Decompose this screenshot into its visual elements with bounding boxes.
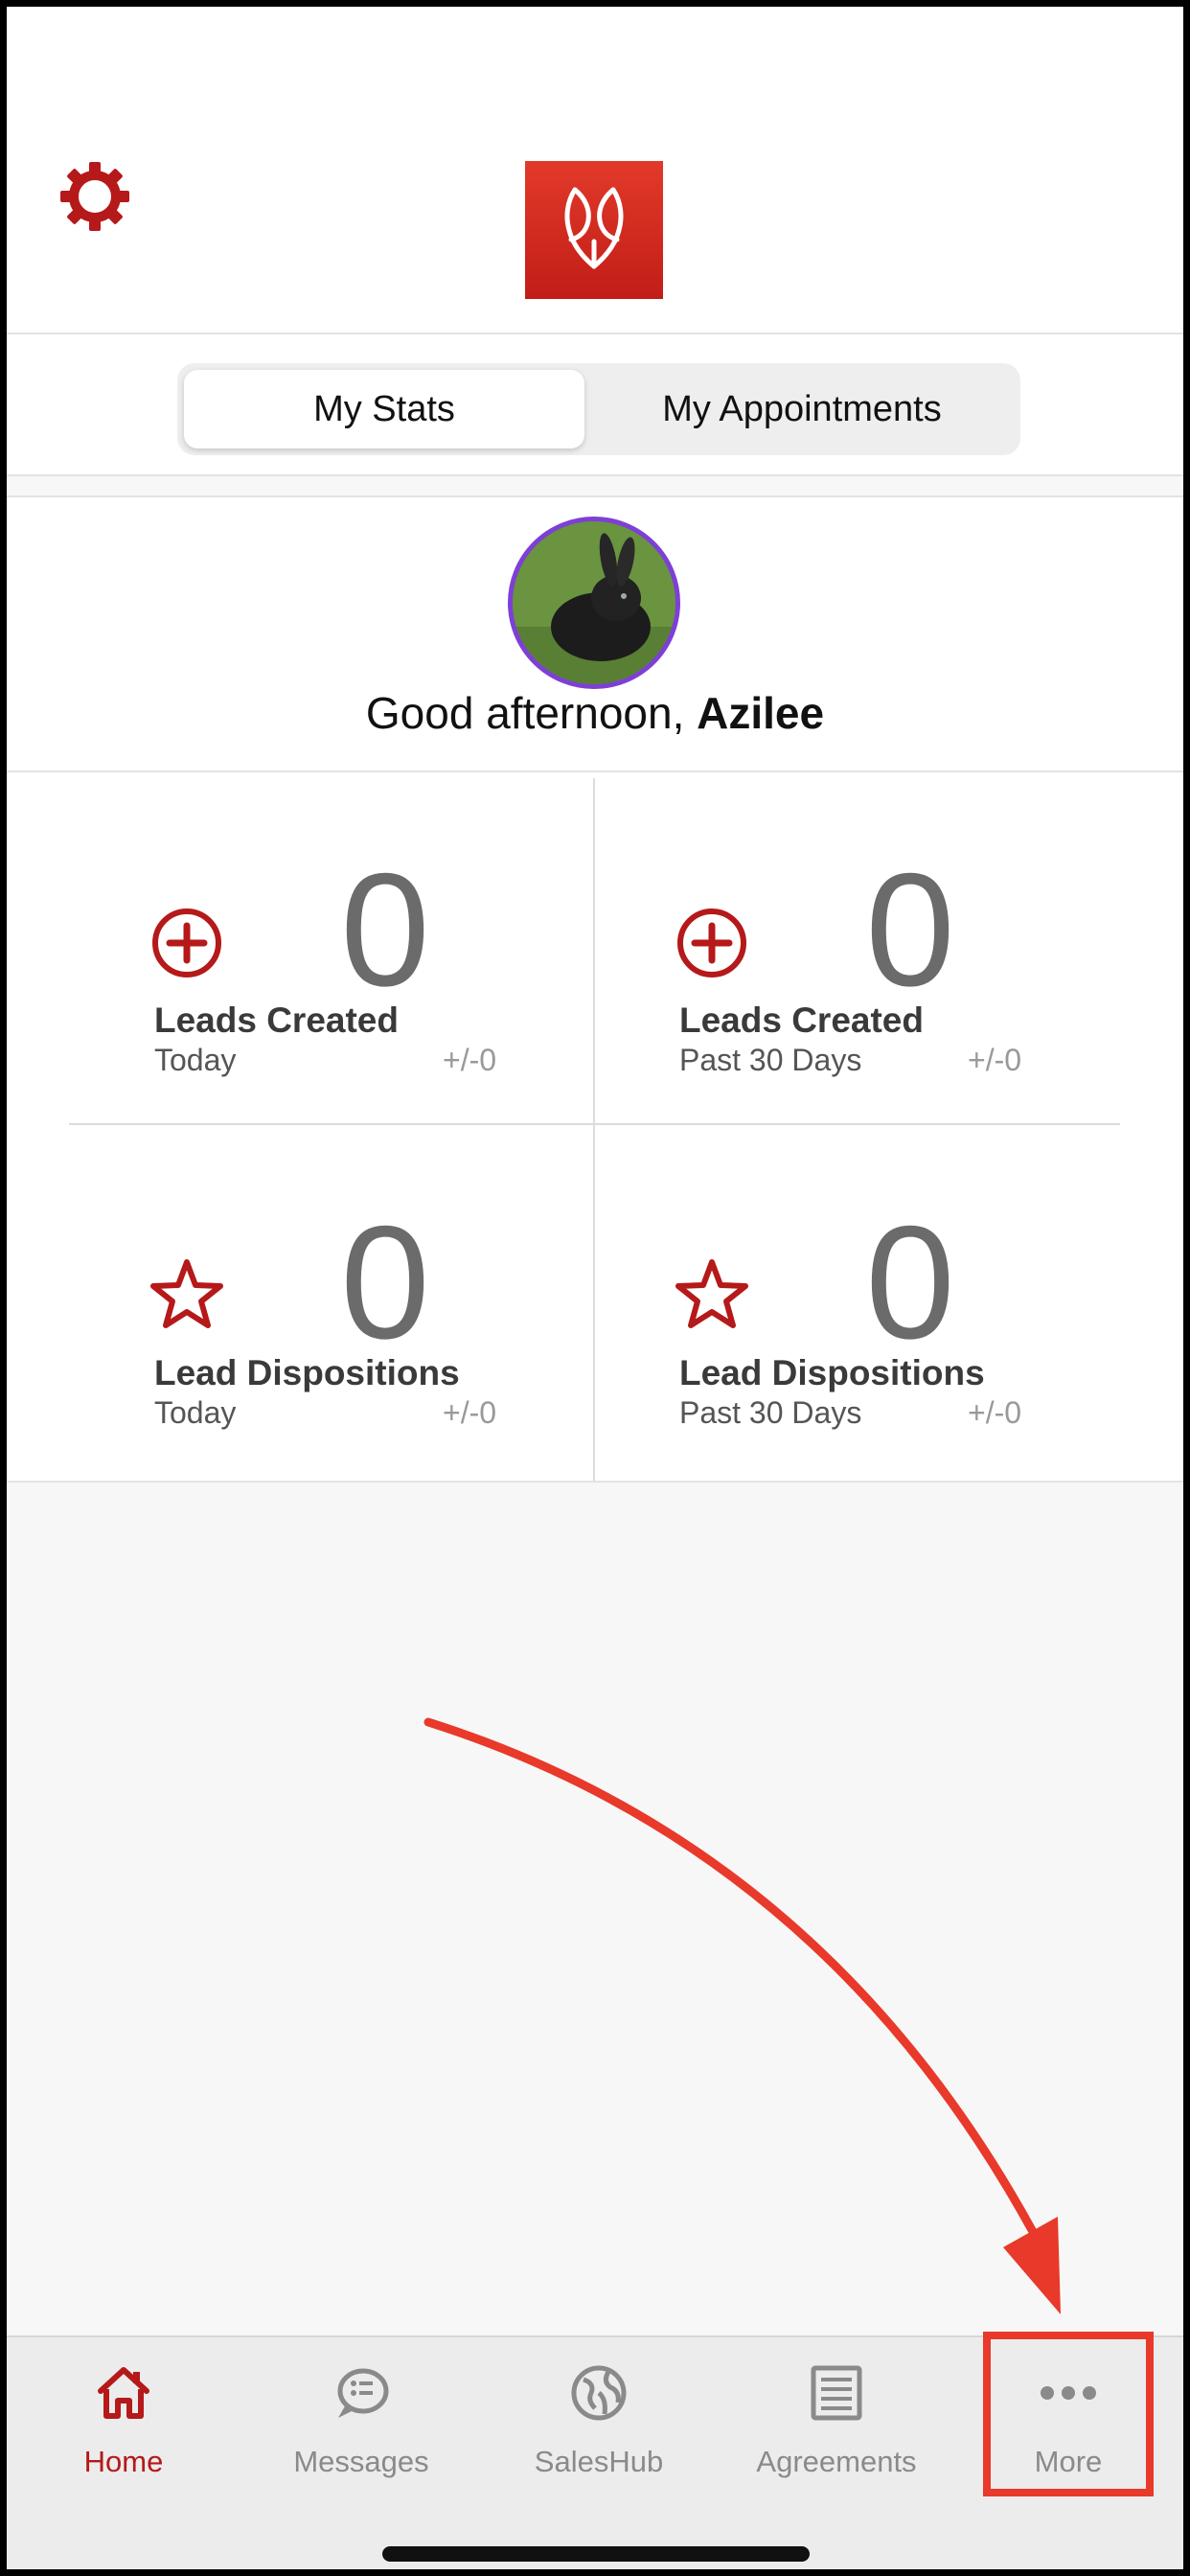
stat-title: Lead Dispositions xyxy=(154,1353,460,1392)
star-icon xyxy=(675,1257,748,1330)
tab-label: Messages xyxy=(293,2445,429,2478)
stat-title: Leads Created xyxy=(679,1000,924,1040)
home-screen: My Stats My Appointments Good afternoon,… xyxy=(7,7,1183,2569)
tab-my-stats[interactable]: My Stats xyxy=(184,370,584,448)
greeting-prefix: Good afternoon, xyxy=(365,688,698,738)
stat-value: 0 xyxy=(865,840,955,1020)
stat-title: Lead Dispositions xyxy=(679,1353,985,1392)
profile-section: Good afternoon, Azilee xyxy=(7,497,1183,770)
stat-card[interactable]: 0 Leads Created Today +/-0 xyxy=(7,772,593,1123)
stats-grid: 0 Leads Created Today +/-0 0 Leads Creat… xyxy=(7,772,1183,1481)
plus-circle-icon xyxy=(150,907,223,979)
segmented-bar: My Stats My Appointments xyxy=(7,334,1183,474)
stat-delta: +/-0 xyxy=(443,1395,497,1430)
stat-card[interactable]: 0 Lead Dispositions Past 30 Days +/-0 xyxy=(532,1125,1118,1476)
stat-card[interactable]: 0 Lead Dispositions Today +/-0 xyxy=(7,1125,593,1476)
stat-value: 0 xyxy=(340,1192,430,1372)
tab-agreements[interactable]: Agreements xyxy=(726,2337,947,2481)
tab-my-appointments[interactable]: My Appointments xyxy=(591,370,1013,448)
stat-card[interactable]: 0 Leads Created Past 30 Days +/-0 xyxy=(532,772,1118,1123)
tab-label: Home xyxy=(83,2445,164,2478)
tab-saleshub[interactable]: SalesHub xyxy=(489,2337,709,2481)
segmented-control: My Stats My Appointments xyxy=(177,363,1020,455)
home-icon xyxy=(95,2364,152,2422)
stat-period: Today xyxy=(154,1043,237,1077)
tab-messages[interactable]: Messages xyxy=(251,2337,471,2481)
plus-circle-icon xyxy=(675,907,748,979)
divider xyxy=(7,1481,1183,1483)
stat-delta: +/-0 xyxy=(443,1043,497,1077)
gear-icon[interactable] xyxy=(57,158,133,235)
greeting: Good afternoon, Azilee xyxy=(7,687,1183,739)
tab-home[interactable]: Home xyxy=(13,2337,234,2481)
chat-bubble-icon xyxy=(332,2364,390,2422)
stat-title: Leads Created xyxy=(154,1000,399,1040)
home-indicator xyxy=(382,2546,810,2562)
stat-delta: +/-0 xyxy=(968,1395,1022,1430)
brand-logo-icon xyxy=(525,161,663,299)
stat-period: Today xyxy=(154,1395,237,1430)
header xyxy=(7,7,1183,333)
stat-delta: +/-0 xyxy=(968,1043,1022,1077)
tab-label: SalesHub xyxy=(534,2445,664,2478)
avatar[interactable] xyxy=(508,517,680,689)
divider xyxy=(7,474,1183,476)
document-icon xyxy=(808,2364,865,2422)
stat-period: Past 30 Days xyxy=(679,1395,862,1430)
annotation-highlight-box xyxy=(983,2332,1154,2496)
globe-icon xyxy=(570,2364,628,2422)
star-icon xyxy=(150,1257,223,1330)
user-name: Azilee xyxy=(697,688,825,738)
stat-value: 0 xyxy=(865,1192,955,1372)
stat-period: Past 30 Days xyxy=(679,1043,862,1077)
stat-value: 0 xyxy=(340,840,430,1020)
tab-label: Agreements xyxy=(756,2445,917,2478)
